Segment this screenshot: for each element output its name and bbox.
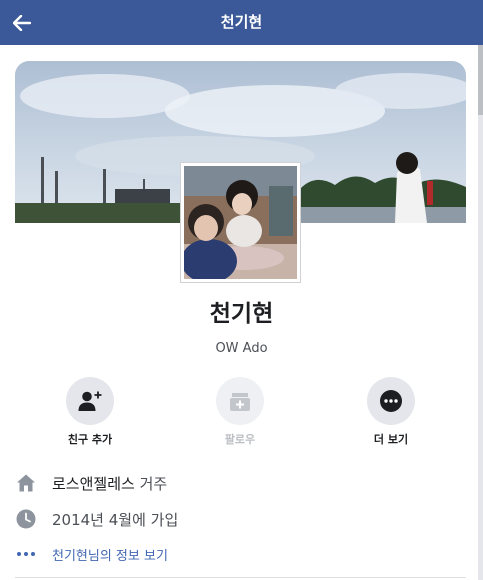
add-friend-button[interactable]: 친구 추가 xyxy=(50,377,130,447)
follow-label: 팔로우 xyxy=(224,433,256,446)
page-title: 천기현 xyxy=(220,13,263,31)
more-button[interactable]: 더 보기 xyxy=(351,377,431,447)
location-suffix: 거주 xyxy=(134,474,168,493)
profile-picture[interactable] xyxy=(180,162,301,283)
divider xyxy=(15,577,466,578)
joined-row: 2014년 4월에 가입 xyxy=(15,506,470,532)
home-icon xyxy=(15,472,37,494)
follow-button[interactable]: 팔로우 xyxy=(200,377,280,447)
scrollbar-thumb[interactable] xyxy=(478,45,483,115)
ellipsis-icon xyxy=(15,543,37,565)
location-row: 로스앤젤레스 거주 xyxy=(15,470,470,496)
add-friend-icon xyxy=(78,391,102,411)
clock-icon xyxy=(15,508,37,530)
about-row[interactable]: 천기현님의 정보 보기 xyxy=(15,541,470,567)
more-label: 더 보기 xyxy=(373,433,409,446)
top-bar: 천기현 xyxy=(0,0,483,45)
about-link[interactable]: 천기현님의 정보 보기 xyxy=(52,545,168,564)
profile-name: 천기현 xyxy=(209,301,274,327)
more-icon xyxy=(380,390,402,412)
location-text: 로스앤젤레스 거주 xyxy=(52,473,167,494)
add-friend-label: 친구 추가 xyxy=(67,433,113,446)
follow-icon xyxy=(230,393,250,411)
profile-alias: OW Ado xyxy=(215,341,268,356)
location-city[interactable]: 로스앤젤레스 xyxy=(52,475,135,493)
joined-text: 2014년 4월에 가입 xyxy=(52,510,179,529)
